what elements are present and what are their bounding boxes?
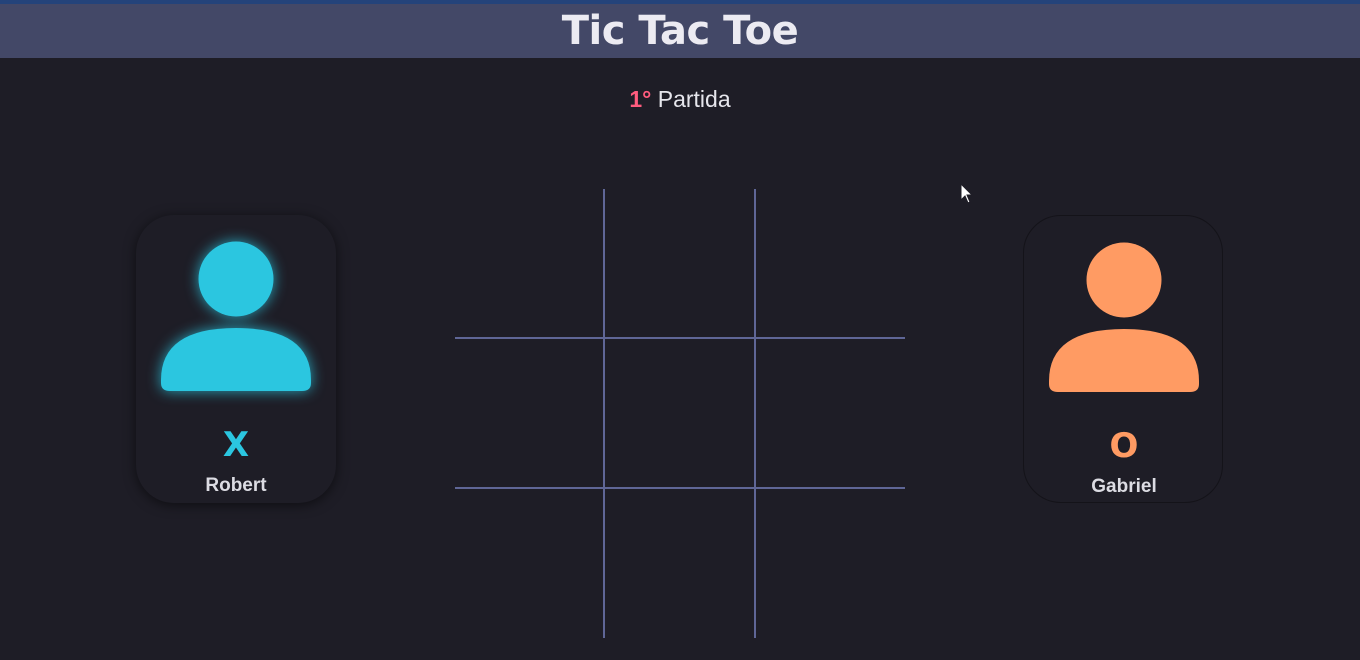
grid-line-horizontal: [455, 337, 905, 339]
player-symbol-o: O: [1109, 426, 1139, 466]
board-cell[interactable]: [455, 489, 603, 637]
board-cell[interactable]: [605, 189, 753, 337]
player-name-x: Robert: [205, 475, 267, 496]
board-cell[interactable]: [756, 339, 904, 487]
app-title: Tic Tac Toe: [561, 8, 799, 54]
grid-line-vertical: [603, 189, 605, 638]
board-cell[interactable]: [605, 489, 753, 637]
board-cell[interactable]: [756, 489, 904, 637]
player-name-o: Gabriel: [1091, 476, 1157, 497]
round-label: Partida: [657, 86, 731, 112]
round-number: 1°: [629, 86, 652, 112]
grid-line-horizontal: [455, 487, 905, 489]
round-indicator: 1° Partida: [0, 86, 1360, 113]
board-cell[interactable]: [455, 189, 603, 337]
board-cell[interactable]: [455, 339, 603, 487]
user-icon: [1048, 240, 1200, 392]
mouse-cursor-icon: [960, 182, 974, 205]
player-card-o: O Gabriel: [1023, 215, 1223, 503]
board-cell[interactable]: [756, 189, 904, 337]
user-icon: [160, 239, 312, 391]
player-card-x: X Robert: [136, 215, 336, 503]
game-board: [455, 189, 905, 639]
player-symbol-x: X: [222, 425, 250, 465]
board-cell[interactable]: [605, 339, 753, 487]
app-header: Tic Tac Toe: [0, 4, 1360, 58]
grid-line-vertical: [754, 189, 756, 638]
